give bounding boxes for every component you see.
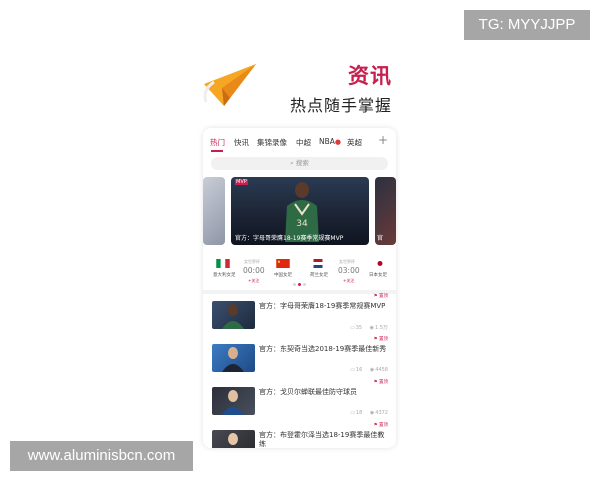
- match-away-team: 中国女足: [274, 273, 292, 278]
- eye-icon: ◉: [369, 410, 375, 416]
- match-home-team: 荷兰女足: [310, 273, 328, 278]
- news-meta: ▭18 ◉4372: [344, 410, 388, 416]
- comment-icon: ▭: [349, 325, 355, 331]
- match-home-team: 意大利女足: [213, 273, 236, 278]
- search-input[interactable]: ⌕ 搜索: [211, 157, 388, 170]
- tab-csl[interactable]: 中超: [296, 137, 311, 148]
- flame-icon: ●: [334, 138, 341, 146]
- plus-icon[interactable]: +: [378, 133, 388, 147]
- tab-highlights[interactable]: 集锦录像: [257, 137, 287, 148]
- page-subtitle: 热点随手掌握: [289, 96, 392, 115]
- watermark-top: TG: MYYJJPP: [464, 10, 590, 40]
- view-count: 1.5万: [375, 325, 388, 331]
- pinned-badge: ⚑ 置顶: [373, 380, 388, 385]
- match-time: 00:00: [243, 266, 265, 275]
- view-count: 4458: [375, 367, 388, 373]
- comment-count: 35: [355, 325, 363, 331]
- news-thumbnail: [212, 387, 255, 415]
- carousel-slide-next[interactable]: 官: [375, 177, 396, 245]
- carousel-caption: 官方：字母哥荣膺18-19赛季常规赛MVP: [235, 235, 344, 242]
- tab-bar: 热门 快讯 集锦录像 中超 NBA● 英超 +: [203, 128, 396, 154]
- china-flag-icon: [276, 259, 290, 268]
- netherlands-flag-icon: [313, 259, 323, 268]
- mvp-tag: MVP: [235, 179, 248, 185]
- match-time: 03:00: [338, 266, 360, 275]
- tab-hot[interactable]: 热门: [210, 137, 225, 148]
- news-title: 官方：布登霍尔泽当选18-19赛季最佳教练: [259, 431, 385, 448]
- news-thumbnail: [212, 301, 255, 329]
- match-status: 女世界杯: [339, 259, 355, 264]
- news-thumbnail: [212, 430, 255, 448]
- news-title: 官方：戈贝尔蝉联最佳防守球员: [259, 388, 357, 396]
- tab-flash[interactable]: 快讯: [234, 137, 249, 148]
- news-item[interactable]: ⚑ 置顶 官方：东契奇当选2018-19赛季最佳新秀 ▭16 ◉4458: [203, 337, 396, 381]
- pinned-badge: ⚑ 置顶: [373, 294, 388, 299]
- match-strip: 意大利女足 女世界杯 00:00 +关注 中国女足 荷兰女足 女世界杯 03:0…: [203, 253, 396, 285]
- eye-icon: ◉: [369, 325, 375, 331]
- news-item[interactable]: ⚑ 置顶 官方：戈贝尔蝉联最佳防守球员 ▭18 ◉4372: [203, 380, 396, 424]
- carousel-dots: [293, 283, 307, 286]
- pinned-badge: ⚑ 置顶: [373, 423, 388, 428]
- svg-text:34: 34: [296, 219, 308, 229]
- page-title: 资讯: [348, 64, 392, 88]
- active-tab-indicator: [211, 150, 223, 152]
- paper-plane-icon: [203, 64, 256, 106]
- news-title: 官方：字母哥荣膺18-19赛季常规赛MVP: [259, 302, 386, 310]
- tab-nba[interactable]: NBA●: [319, 137, 341, 146]
- news-item[interactable]: ⚑ 置顶 官方：字母哥荣膺18-19赛季常规赛MVP ▭35 ◉1.5万: [203, 294, 396, 338]
- news-meta: ▭35 ◉1.5万: [344, 324, 388, 331]
- watermark-bottom: www.aluminisbcn.com: [10, 441, 193, 471]
- news-item[interactable]: ⚑ 置顶 官方：布登霍尔泽当选18-19赛季最佳教练: [203, 423, 396, 448]
- follow-button[interactable]: +关注: [343, 278, 354, 284]
- carousel-dot[interactable]: [303, 283, 306, 286]
- search-icon: ⌕: [290, 159, 294, 167]
- view-count: 4372: [375, 410, 388, 416]
- match-status: 女世界杯: [244, 259, 260, 264]
- italy-flag-icon: [216, 259, 230, 268]
- carousel-slide-main[interactable]: MVP 34 官方：字母哥荣膺18-19赛季常规赛MVP: [231, 177, 369, 245]
- match-away-team: 日本女足: [369, 273, 387, 278]
- phone-screen: 热门 快讯 集锦录像 中超 NBA● 英超 + ⌕ 搜索 MVP 34 官方：字…: [203, 128, 396, 448]
- carousel-dot-active[interactable]: [298, 283, 301, 286]
- comment-count: 18: [355, 410, 363, 416]
- carousel-dot[interactable]: [293, 283, 296, 286]
- news-thumbnail: [212, 344, 255, 372]
- eye-icon: ◉: [369, 367, 375, 373]
- comment-count: 16: [355, 367, 363, 373]
- japan-flag-icon: [373, 259, 387, 268]
- comment-icon: ▭: [350, 410, 355, 416]
- carousel-next-caption: 官: [377, 235, 384, 242]
- tab-epl[interactable]: 英超: [347, 137, 362, 148]
- follow-button[interactable]: +关注: [248, 278, 259, 284]
- news-meta: ▭16 ◉4458: [344, 367, 388, 373]
- carousel-slide-prev[interactable]: [203, 177, 225, 245]
- pinned-badge: ⚑ 置顶: [373, 337, 388, 342]
- comment-icon: ▭: [350, 367, 355, 373]
- section-divider: [203, 290, 396, 294]
- news-title: 官方：东契奇当选2018-19赛季最佳新秀: [259, 345, 387, 353]
